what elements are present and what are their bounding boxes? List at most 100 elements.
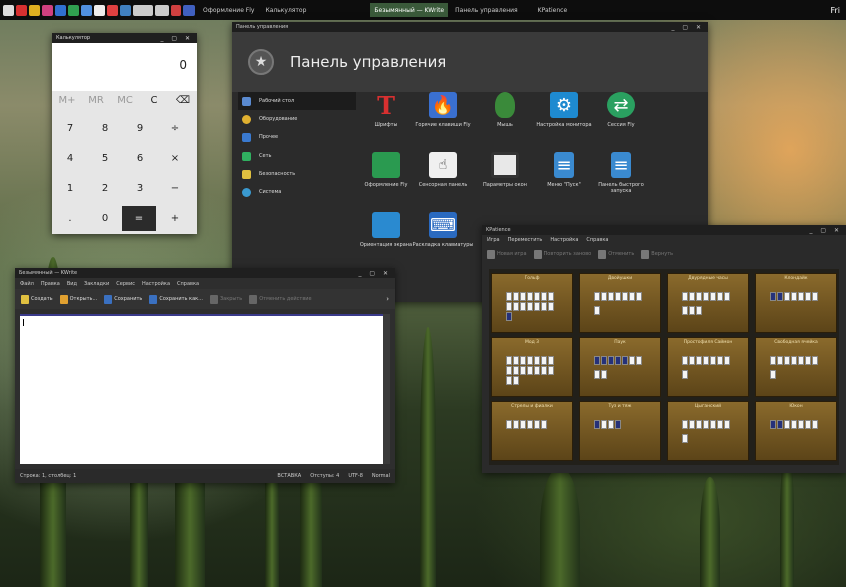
digit-8-button[interactable]: 8 xyxy=(90,116,120,141)
app-icon[interactable] xyxy=(16,4,27,16)
equals-button[interactable]: = xyxy=(122,206,156,231)
task-item[interactable]: Панель управления xyxy=(451,3,522,17)
menu-help[interactable]: Справка xyxy=(586,237,608,243)
game-tile[interactable]: Клондайк xyxy=(755,273,837,333)
task-item[interactable]: KPatience xyxy=(534,3,571,17)
menu-bookmarks[interactable]: Закладки xyxy=(84,281,109,287)
digit-4-button[interactable]: 4 xyxy=(55,146,85,171)
chevron-right-icon[interactable]: › xyxy=(386,295,389,303)
redo-button[interactable]: Вернуть xyxy=(641,249,673,259)
game-tile[interactable]: Гольф xyxy=(491,273,573,333)
syntax-mode[interactable]: Normal xyxy=(372,473,390,479)
digit-3-button[interactable]: 3 xyxy=(125,176,155,201)
decimal-button[interactable]: . xyxy=(55,206,85,231)
cp-item-screen-orientation[interactable]: Ориентация экрана xyxy=(354,212,418,248)
game-tile[interactable]: Простофиля Саймон xyxy=(667,337,749,397)
new-button[interactable]: Создать xyxy=(21,294,53,304)
digit-9-button[interactable]: 9 xyxy=(125,116,155,141)
game-tile[interactable]: Свободная ячейка xyxy=(755,337,837,397)
cp-item-touchpad[interactable]: ☝ Сенсорная панель xyxy=(411,152,475,188)
menu-help[interactable]: Справка xyxy=(177,281,199,287)
clear-button[interactable]: C xyxy=(139,88,169,113)
sidebar-item-other[interactable]: Прочее xyxy=(238,128,356,146)
cp-item-quick-launch[interactable]: ≡ Панель быстрого запуска xyxy=(589,152,653,194)
backspace-icon[interactable]: ⌫ xyxy=(168,88,198,113)
cp-item-monitor[interactable]: ⚙ Настройка монитора xyxy=(532,92,596,128)
menu-settings[interactable]: Настройка xyxy=(550,237,578,243)
task-item[interactable]: Калькулятор xyxy=(261,3,310,17)
sidebar-item-hardware[interactable]: Оборудование xyxy=(238,110,356,128)
memory-clear-button[interactable]: MC xyxy=(110,88,140,113)
cp-item-fonts[interactable]: T Шрифты xyxy=(354,91,418,129)
memory-recall-button[interactable]: MR xyxy=(81,88,111,113)
desktop-pager[interactable] xyxy=(133,4,153,16)
app-icon[interactable] xyxy=(183,4,195,16)
game-tile[interactable]: Юкон xyxy=(755,401,837,461)
digit-7-button[interactable]: 7 xyxy=(55,116,85,141)
game-tile[interactable]: Стрелы и фиалки xyxy=(491,401,573,461)
app-icon[interactable] xyxy=(171,4,181,16)
digit-0-button[interactable]: 0 xyxy=(90,206,120,231)
task-item[interactable]: Безымянный — KWrite xyxy=(370,3,449,17)
menu-move[interactable]: Переместить xyxy=(508,237,543,243)
app-icon[interactable] xyxy=(107,4,118,16)
desktop-pager[interactable] xyxy=(155,4,169,16)
game-tile[interactable]: Туз и тяж xyxy=(579,401,661,461)
digit-1-button[interactable]: 1 xyxy=(55,176,85,201)
undo-button[interactable]: Отменить действие xyxy=(249,294,312,304)
add-button[interactable]: + xyxy=(160,206,190,231)
input-mode[interactable]: ВСТАВКА xyxy=(277,473,301,479)
cp-item-start-menu[interactable]: ≡ Меню "Пуск" xyxy=(532,152,596,188)
app-icon[interactable] xyxy=(81,4,92,16)
cp-item-hotkeys[interactable]: 🔥 Горячие клавиши Fly xyxy=(411,92,475,128)
digit-6-button[interactable]: 6 xyxy=(125,146,155,171)
text-editor[interactable] xyxy=(20,314,383,464)
game-tile[interactable]: Двурядные часы xyxy=(667,273,749,333)
menu-tools[interactable]: Сервис xyxy=(116,281,135,287)
cp-item-mouse[interactable]: Мышь xyxy=(473,92,537,128)
vertical-scrollbar[interactable] xyxy=(383,314,390,464)
app-icon[interactable] xyxy=(68,4,79,16)
cp-item-appearance[interactable]: Оформление Fly xyxy=(354,152,418,188)
app-icon[interactable] xyxy=(3,4,14,16)
app-icon[interactable] xyxy=(29,4,40,16)
app-icon[interactable] xyxy=(55,4,66,16)
menu-file[interactable]: Файл xyxy=(20,281,34,287)
game-tile[interactable]: Двойушки xyxy=(579,273,661,333)
cp-item-session[interactable]: ⇄ Сессия Fly xyxy=(589,92,653,128)
cp-item-windows[interactable]: Параметры окон xyxy=(473,152,537,188)
cp-item-keyboard-layout[interactable]: ⌨ Раскладка клавиатуры xyxy=(411,212,475,248)
subtract-button[interactable]: − xyxy=(160,176,190,201)
memory-add-button[interactable]: M+ xyxy=(52,88,82,113)
open-button[interactable]: Открыть... xyxy=(59,294,97,304)
menu-game[interactable]: Игра xyxy=(487,237,500,243)
close-button[interactable]: Закрыть xyxy=(209,294,242,304)
menu-edit[interactable]: Правка xyxy=(41,281,60,287)
game-tile[interactable]: Цыганский xyxy=(667,401,749,461)
restart-button[interactable]: Повторить заново xyxy=(533,249,591,259)
app-icon[interactable] xyxy=(120,4,131,16)
window-controls[interactable]: _ ▢ ✕ xyxy=(809,227,842,234)
sidebar-item-security[interactable]: Безопасность xyxy=(238,165,356,183)
window-controls[interactable]: _ ▢ ✕ xyxy=(358,270,391,277)
window-controls[interactable]: _ ▢ ✕ xyxy=(671,24,704,31)
digit-5-button[interactable]: 5 xyxy=(90,146,120,171)
new-game-button[interactable]: Новая игра xyxy=(487,249,527,259)
task-item[interactable]: Оформление Fly xyxy=(199,3,258,17)
window-controls[interactable]: _ ▢ ✕ xyxy=(160,35,193,42)
indent-setting[interactable]: Отступы: 4 xyxy=(310,473,339,479)
game-tile[interactable]: Мод 3 xyxy=(491,337,573,397)
encoding-setting[interactable]: UTF-8 xyxy=(348,473,363,479)
menu-view[interactable]: Вид xyxy=(67,281,77,287)
multiply-button[interactable]: × xyxy=(160,146,190,171)
sidebar-item-network[interactable]: Сеть xyxy=(238,147,356,165)
undo-button[interactable]: Отменить xyxy=(598,249,634,259)
app-icon[interactable] xyxy=(94,4,105,16)
save-button[interactable]: Сохранить xyxy=(104,294,142,304)
sidebar-item-desktop[interactable]: Рабочий стол xyxy=(238,92,356,110)
sidebar-item-system[interactable]: Система xyxy=(238,183,356,201)
game-tile[interactable]: Паук xyxy=(579,337,661,397)
save-as-button[interactable]: Сохранить как... xyxy=(149,294,203,304)
menu-settings[interactable]: Настройка xyxy=(142,281,170,287)
app-icon[interactable] xyxy=(42,4,53,16)
